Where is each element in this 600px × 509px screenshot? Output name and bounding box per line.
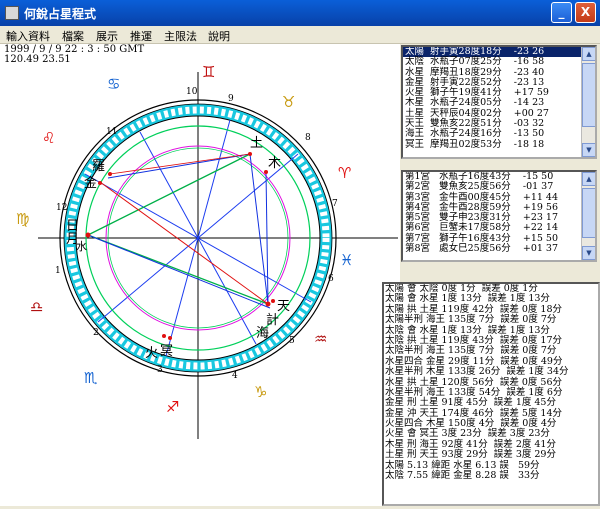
aspect-row: 水星半刑 木星 133度 26分 誤差 1度 34分 [385, 366, 569, 378]
rahu-label: 羅 [92, 159, 105, 174]
house-number-11: 11 [106, 127, 117, 137]
astrology-wheel: 1 2 3 4 5 6 7 8 9 10 11 12 ♊ ♉ ♈ ♓ ♒ ♑ ♐… [16, 63, 398, 439]
house-number-5: 5 [289, 336, 295, 346]
scroll-thumb[interactable] [582, 63, 595, 127]
window-title: 何銳占星程式 [24, 7, 97, 21]
aries-icon: ♈ [338, 164, 351, 182]
sagittarius-icon: ♐ [166, 398, 179, 416]
venus-label: 金 [84, 175, 97, 191]
list-item[interactable]: 第8宮 處女巳25度56分 +01 37 [403, 243, 595, 254]
saturn-label: 土 [250, 136, 263, 151]
app-window: 何銳占星程式 _ X 輸入資料 檔案 展示 推運 主限法 說明 1 2 3 4 … [0, 0, 600, 506]
house-number-10: 10 [186, 87, 198, 97]
chart-canvas: 1 2 3 4 5 6 7 8 9 10 11 12 ♊ ♉ ♈ ♓ ♒ ♑ ♐… [0, 44, 400, 506]
gemini-icon: ♊ [202, 63, 215, 81]
capricorn-icon: ♑ [254, 383, 267, 401]
house-number-9: 9 [228, 94, 234, 104]
house-number-2: 2 [93, 328, 99, 338]
house-number-labels: 1 2 3 4 5 6 7 8 9 10 11 12 [55, 87, 338, 381]
aspects-text-box[interactable]: 太陽 會 太陰 0度 1分 誤差 0度 1分 太陽 會 水星 1度 13分 誤差… [382, 282, 600, 506]
house-number-6: 6 [328, 274, 334, 284]
menu-input-data[interactable]: 輸入資料 [6, 28, 50, 44]
house-number-1: 1 [55, 266, 61, 276]
planet-positions-list[interactable]: 太陽 射手寅28度18分 -23 26 太陰 水瓶子07度25分 -16 58 … [401, 45, 597, 159]
menu-primary-directions[interactable]: 主限法 [164, 28, 197, 44]
menu-file[interactable]: 檔案 [62, 28, 84, 44]
menu-bar: 輸入資料 檔案 展示 推運 主限法 說明 [0, 26, 600, 44]
libra-icon: ♎ [30, 298, 43, 316]
app-icon [5, 6, 19, 20]
scorpio-icon: ♏ [84, 369, 98, 387]
menu-display[interactable]: 展示 [96, 28, 118, 44]
house-number-4: 4 [232, 371, 238, 381]
virgo-icon: ♍ [16, 210, 29, 228]
scroll-down-icon[interactable]: ▼ [582, 246, 595, 260]
aspect-lines [87, 153, 271, 309]
menu-help[interactable]: 說明 [208, 28, 230, 44]
aspect-row: 太陰 7.55 緯距 金星 8.28 誤 33分 [385, 470, 540, 482]
scroll-up-icon[interactable]: ▲ [582, 172, 595, 186]
house-number-7: 7 [332, 199, 338, 209]
minimize-button[interactable]: _ [551, 2, 572, 23]
birth-coordinates: 120.49 23.51 [4, 54, 71, 65]
planet-list-scrollbar[interactable]: ▲ ▼ [581, 47, 595, 157]
uranus-label: 天 [277, 299, 290, 314]
scroll-up-icon[interactable]: ▲ [582, 47, 595, 61]
taurus-icon: ♉ [282, 93, 295, 111]
cancer-icon: ♋ [107, 75, 120, 93]
mars-label: 火 [145, 346, 158, 361]
house-number-8: 8 [305, 133, 311, 143]
leo-icon: ♌ [42, 129, 55, 147]
aquarius-icon: ♒ [314, 330, 327, 348]
neptune-label: 海 [256, 326, 269, 341]
scroll-down-icon[interactable]: ▼ [582, 143, 595, 157]
close-button[interactable]: X [575, 2, 596, 23]
menu-progression[interactable]: 推運 [130, 28, 152, 44]
title-bar[interactable]: 何銳占星程式 _ X [0, 0, 600, 26]
mercury-label: 水 [76, 240, 87, 253]
pisces-icon: ♓ [340, 251, 353, 269]
list-item[interactable]: 冥王 摩羯丑02度53分 -18 18 [403, 139, 595, 150]
house-list-scrollbar[interactable]: ▲ ▼ [581, 172, 595, 260]
house-number-3: 3 [157, 365, 163, 375]
house-number-12: 12 [56, 203, 67, 213]
scroll-thumb[interactable] [582, 188, 595, 238]
aspect-row: 太陽半刑 海王 135度 7分 誤差 0度 7分 [385, 314, 557, 326]
house-cusps-list[interactable]: 第1宮 水瓶子16度43分 -15 50 第2宮 雙魚亥25度56分 -01 3… [401, 170, 597, 262]
jupiter-label: 木 [268, 156, 281, 171]
pluto-label: 冥 [160, 344, 173, 359]
